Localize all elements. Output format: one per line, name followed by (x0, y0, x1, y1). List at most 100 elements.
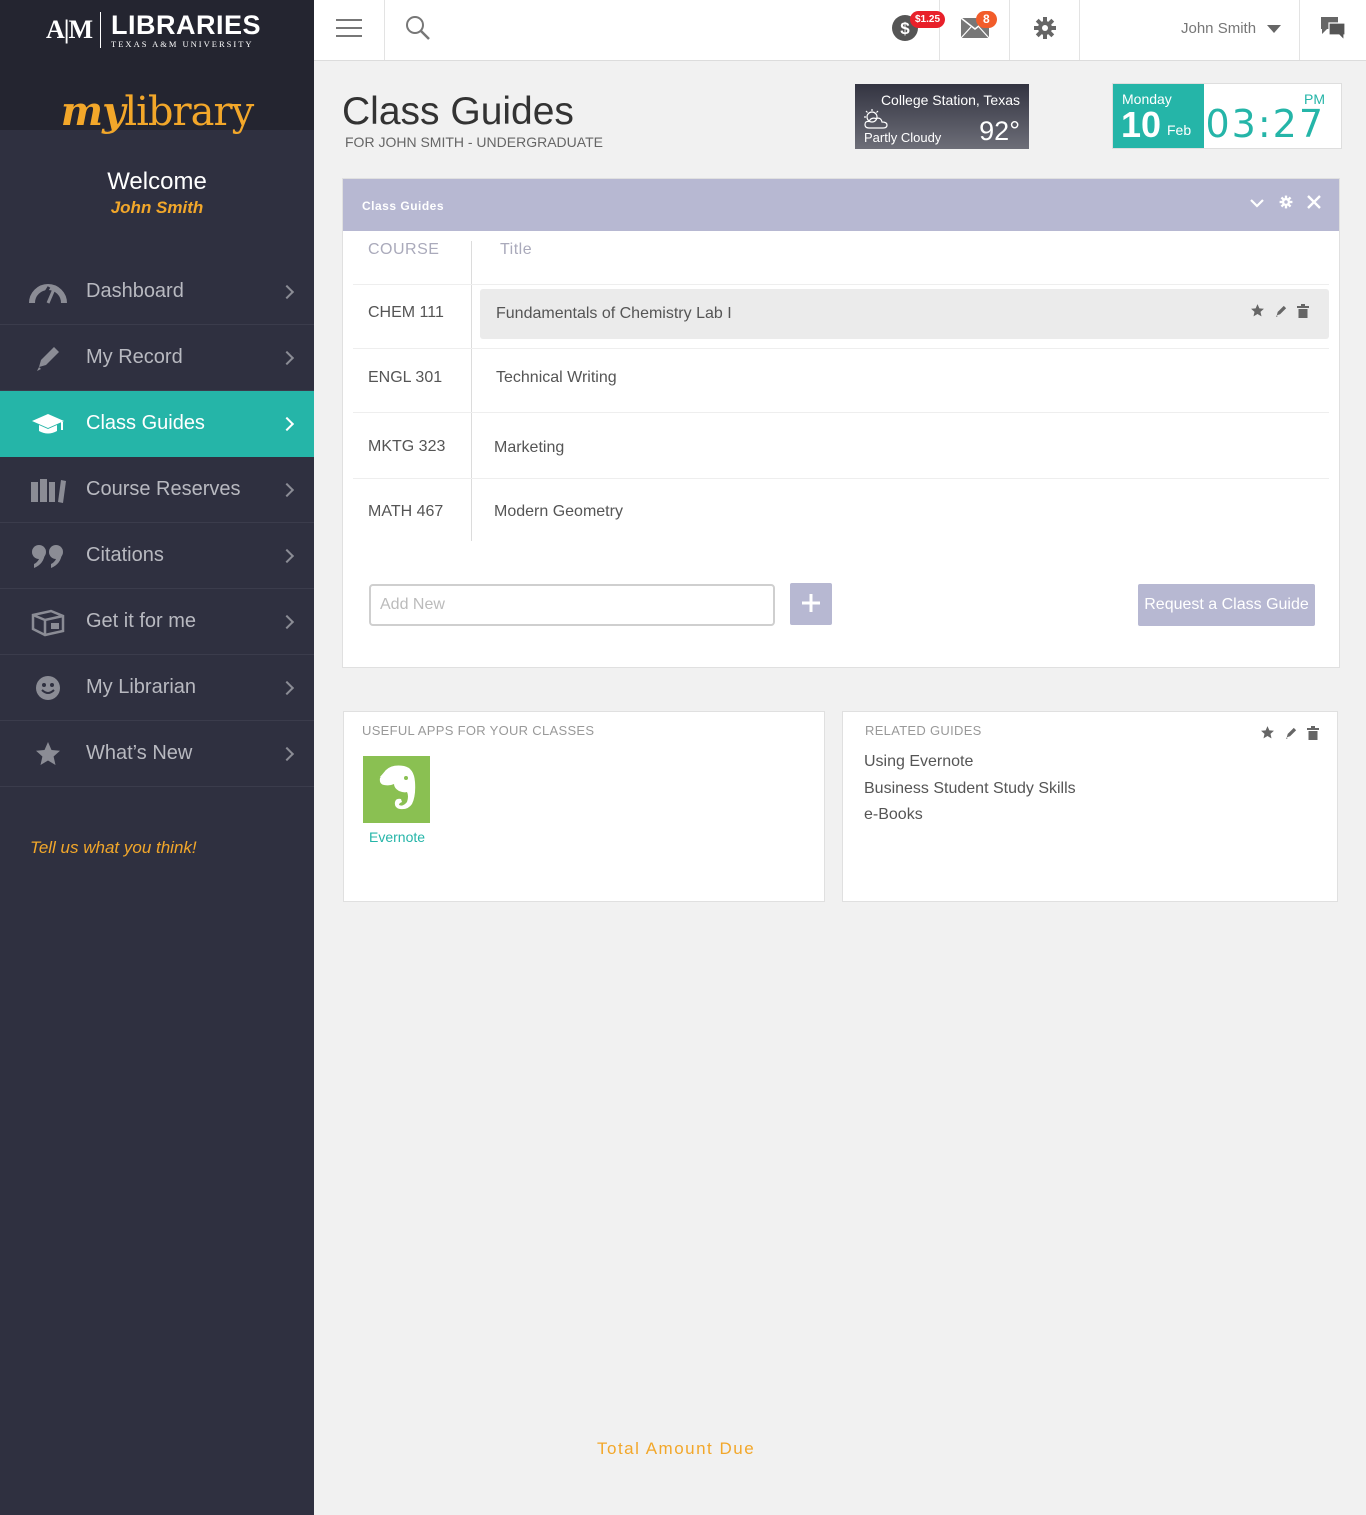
chevron-right-icon (279, 548, 295, 563)
fines-button[interactable]: $ $1.25 (870, 0, 946, 60)
collapse-chevron-icon[interactable] (1249, 196, 1265, 214)
welcome-block: Welcome John Smith (0, 168, 314, 218)
column-header-title[interactable]: Title (500, 241, 532, 259)
logo-divider (100, 12, 102, 49)
sidebar-item-whats-new[interactable]: What’s New (0, 721, 314, 787)
sidebar-item-label: My Librarian (86, 676, 197, 698)
card-title: USEFUL APPS FOR YOUR CLASSES (362, 723, 595, 738)
row-course: CHEM 111 (368, 304, 444, 321)
sidebar-nav: Dashboard My Record Class Guides Course … (0, 259, 314, 787)
delete-trash-icon[interactable] (1307, 725, 1319, 745)
row-title[interactable]: Technical Writing (496, 369, 617, 387)
column-header-course[interactable]: COURSE (368, 241, 439, 259)
card-title: RELATED GUIDES (865, 723, 982, 738)
sidebar-item-my-record[interactable]: My Record (0, 325, 314, 391)
logo-university-text: TEXAS A&M UNIVERSITY (111, 39, 254, 49)
welcome-user-name: John Smith (110, 198, 204, 217)
tamu-logo-mark: A|M (46, 15, 93, 45)
user-menu[interactable]: John Smith (1181, 20, 1282, 37)
quote-icon (28, 541, 68, 571)
mylibrary-logo: mylibrary (60, 88, 254, 135)
evernote-app-tile[interactable] (363, 756, 430, 823)
date-time-widget: Monday 10 Feb PM 03:27 (1112, 83, 1342, 149)
mail-badge: 8 (976, 11, 997, 28)
chevron-right-icon (279, 284, 295, 299)
edit-pencil-icon[interactable] (1274, 304, 1288, 323)
related-guide-link[interactable]: Business Student Study Skills (864, 780, 1076, 798)
chevron-right-icon (279, 746, 295, 761)
gauge-icon (28, 277, 68, 307)
favorite-star-icon[interactable] (1250, 303, 1265, 323)
row-title[interactable]: Modern Geometry (494, 503, 623, 521)
welcome-title: Welcome (107, 168, 207, 195)
sidebar-item-label: What’s New (86, 742, 193, 764)
top-bar: $ $1.25 8 John Smith (314, 0, 1366, 61)
sidebar-item-class-guides[interactable]: Class Guides (0, 391, 314, 457)
sidebar-item-label: Dashboard (86, 280, 184, 302)
sidebar-item-get-it-for-me[interactable]: Get it for me (0, 589, 314, 655)
sidebar-item-dashboard[interactable]: Dashboard (0, 259, 314, 325)
libraries-logo[interactable]: A|M LIBRARIES TEXAS A&M UNIVERSITY (46, 12, 261, 49)
sidebar-item-label: Get it for me (86, 610, 197, 632)
sidebar-item-label: Class Guides (86, 412, 205, 434)
chevron-right-icon (279, 680, 295, 695)
page-title: Class Guides (342, 90, 574, 133)
edit-pencil-icon[interactable] (1284, 726, 1298, 745)
evernote-app-label[interactable]: Evernote (369, 829, 425, 845)
related-guide-link[interactable]: Using Evernote (864, 753, 973, 771)
chat-button[interactable] (1299, 0, 1366, 60)
feedback-link[interactable]: Tell us what you think! (30, 838, 197, 858)
settings-button[interactable] (1010, 0, 1080, 60)
add-new-input[interactable] (369, 584, 775, 626)
svg-text:$: $ (900, 19, 910, 38)
sidebar-item-citations[interactable]: Citations (0, 523, 314, 589)
row-title[interactable]: Fundamentals of Chemistry Lab I (496, 305, 732, 323)
plus-icon (801, 593, 821, 616)
table-row[interactable]: CHEM 111 Fundamentals of Chemistry Lab I (353, 285, 1329, 349)
logo-libraries-text: LIBRARIES (111, 10, 262, 40)
delete-trash-icon[interactable] (1297, 303, 1309, 323)
table-row[interactable]: MATH 467 Modern Geometry (353, 479, 1329, 543)
class-guides-panel: Class Guides COURSE Title CHEM 111 Funda… (342, 178, 1340, 668)
sidebar-item-my-librarian[interactable]: My Librarian (0, 655, 314, 721)
sidebar: A|M LIBRARIES TEXAS A&M UNIVERSITY mylib… (0, 0, 314, 1515)
total-amount-due: Total Amount Due (597, 1439, 756, 1458)
menu-button[interactable] (314, 0, 385, 60)
sidebar-header: A|M LIBRARIES TEXAS A&M UNIVERSITY mylib… (0, 0, 314, 135)
sidebar-item-course-reserves[interactable]: Course Reserves (0, 457, 314, 523)
star-icon (28, 739, 68, 769)
user-name: John Smith (1181, 20, 1257, 37)
chevron-right-icon (279, 350, 295, 365)
sidebar-item-label: Course Reserves (86, 478, 241, 500)
table-row[interactable]: ENGL 301 Technical Writing (353, 349, 1329, 413)
mail-button[interactable]: 8 (940, 0, 1010, 60)
row-course: ENGL 301 (368, 369, 443, 386)
panel-settings-gear-icon[interactable] (1279, 195, 1293, 214)
caret-down-icon (1267, 24, 1282, 33)
related-guide-link[interactable]: e-Books (864, 806, 923, 824)
sidebar-item-label: My Record (86, 346, 183, 368)
gear-icon (1033, 16, 1057, 45)
table-row[interactable]: MKTG 323 Marketing (353, 415, 1329, 479)
request-class-guide-button[interactable]: Request a Class Guide (1138, 584, 1315, 626)
weather-city: College Station, Texas (880, 92, 1020, 108)
chevron-right-icon (279, 614, 295, 629)
package-icon (28, 607, 68, 637)
search-button[interactable] (385, 0, 451, 60)
useful-apps-card: USEFUL APPS FOR YOUR CLASSES Evernote (343, 711, 825, 902)
date-number: 10 (1121, 104, 1162, 145)
add-new-button[interactable] (790, 583, 832, 625)
panel-header: Class Guides (343, 179, 1339, 231)
chevron-right-icon (279, 482, 295, 497)
row-title[interactable]: Marketing (494, 439, 564, 457)
books-icon (28, 475, 68, 505)
date-block: Monday 10 Feb (1113, 84, 1204, 148)
close-icon[interactable] (1307, 195, 1321, 214)
search-icon (405, 15, 431, 46)
page-subtitle: FOR JOHN SMITH - UNDERGRADUATE (345, 134, 603, 150)
smiley-icon (28, 673, 68, 703)
time-display: 03:27 (1205, 102, 1325, 146)
evernote-elephant-icon (374, 762, 420, 817)
favorite-star-icon[interactable] (1260, 725, 1275, 745)
weather-condition: Partly Cloudy (864, 130, 942, 145)
